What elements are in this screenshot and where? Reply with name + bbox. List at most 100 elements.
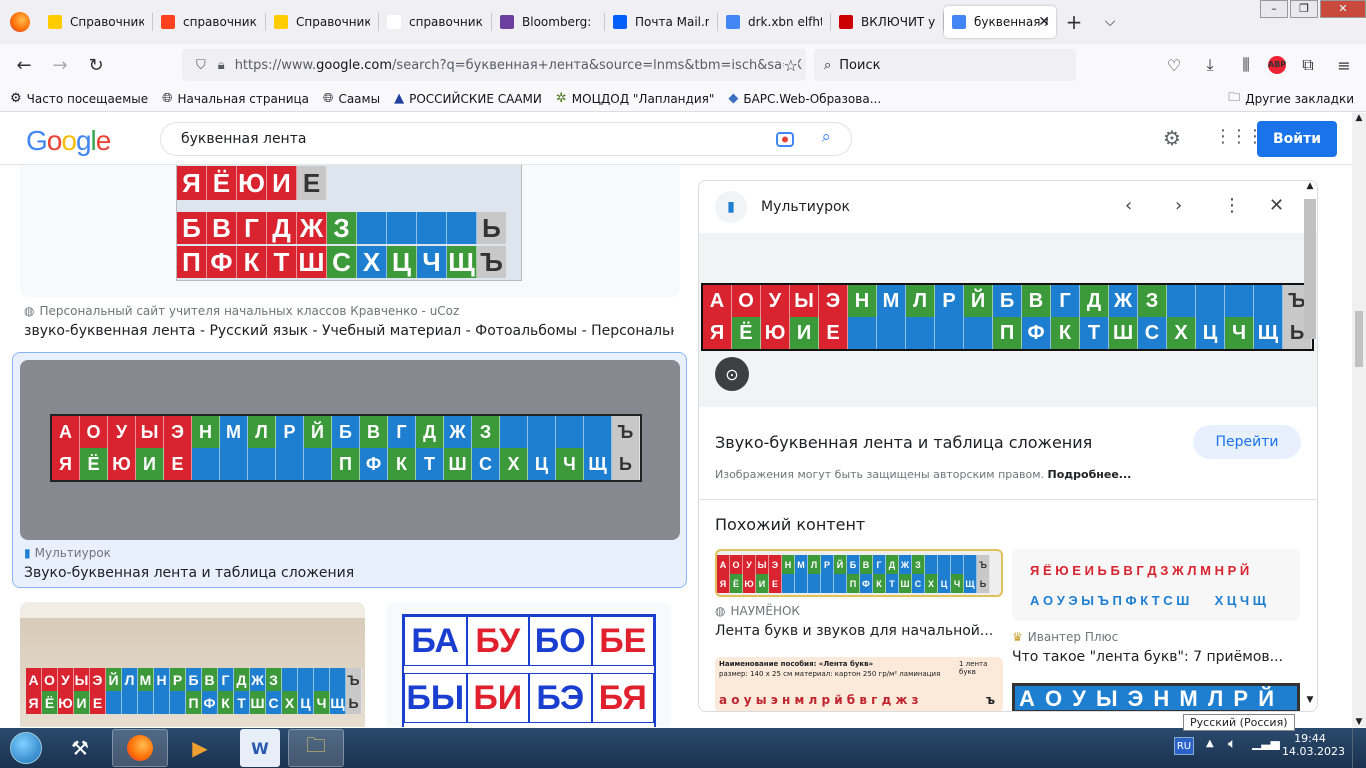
lens-search-icon[interactable]: ⊙ [715, 357, 749, 391]
clock-time: 19:44 [1294, 732, 1326, 745]
panel-title[interactable]: Звуко-буквенная лента и таблица сложения [715, 433, 1092, 452]
browser-tab[interactable]: буквенная л ✕ [944, 6, 1056, 38]
similar-source-1[interactable]: ◍ НАУМЁНОК [715, 604, 800, 618]
scrollbar-thumb[interactable] [1355, 311, 1363, 367]
close-tab-icon[interactable]: ✕ [1038, 14, 1050, 30]
reload-icon[interactable]: ↻ [78, 55, 114, 76]
result-source-2[interactable]: ▮ Мультиурок [24, 546, 111, 560]
result-card-3[interactable]: АОУЫЭЙЛМНРБВГДЖЗ Ъ ЯЁЮИЕ ПФКТШСХЦЧЩЬ [20, 602, 365, 727]
result-image-1[interactable]: ЯЁЮИЕ БВГДЖЗ Ь ПФКТШСХЦЧЩЪ [176, 165, 522, 281]
result-card-1[interactable]: ЯЁЮИЕ БВГДЖЗ Ь ПФКТШСХЦЧЩЪ [20, 165, 680, 297]
tab-favicon-icon [613, 15, 627, 29]
panel-main-image[interactable]: АОУЫЭНМЛРЙБВГДЖЗЪЯЁЮИЕПФКТШСХЦЧЩЬ [701, 283, 1314, 351]
search-icon[interactable]: ⌕ [821, 127, 831, 147]
result-card-2-selected[interactable]: АОУЫЭНМЛРЙБВГДЖЗ Ъ ЯЁЮИЕ ПФКТШСХЦЧЩЬ ▮ Мульт… [12, 352, 687, 588]
maximize-button[interactable]: ❐ [1290, 0, 1318, 18]
result-image-4[interactable]: БА БУ БО БЕ БЫ БИ БЭ БЯ [402, 614, 656, 727]
similar-item-1[interactable]: АОУЫЭНМЛРЙБВГДЖЗ Ъ ЯЁЮИЕ ПФКТШСХЦЧЩЬ [715, 549, 1003, 597]
back-arrow-icon[interactable]: ← [6, 55, 42, 76]
clock[interactable]: 19:44 14.03.2023 [1282, 732, 1345, 758]
browser-tab[interactable]: ВКЛЮЧИТ уда [831, 6, 943, 38]
downloads-icon[interactable]: ⤓ [1196, 55, 1224, 75]
firefox-menu-icon[interactable] [0, 0, 40, 44]
letter-cell [782, 574, 795, 593]
camera-lens-icon[interactable] [775, 129, 795, 149]
panel-scroll-down-icon[interactable]: ▼ [1303, 695, 1317, 709]
next-chevron-icon[interactable]: › [1175, 195, 1182, 216]
bookmark-saamy[interactable]: 🌐︎ Саамы [323, 91, 380, 106]
more-link[interactable]: Подробнее... [1048, 468, 1132, 481]
similar-item-2[interactable]: Я Ё Ю Е И Ь Б В Г Д З Ж Л М Н Р Й А О У … [1012, 549, 1300, 621]
bookmark-star-icon[interactable]: ☆ [783, 55, 798, 75]
forward-arrow-icon[interactable]: → [42, 55, 78, 76]
panel-scroll-up-icon[interactable]: ▲ [1303, 181, 1317, 195]
similar-item-3[interactable]: Наименование пособия: «Лента букв» 1 лен… [715, 657, 1003, 711]
result-image-3[interactable]: АОУЫЭЙЛМНРБВГДЖЗ Ъ ЯЁЮИЕ ПФКТШСХЦЧЩЬ [20, 618, 365, 727]
language-indicator[interactable]: RU [1174, 737, 1194, 755]
panel-scrollbar[interactable] [1304, 199, 1316, 339]
similar-title-1[interactable]: Лента букв и звуков для начальной... [715, 623, 995, 639]
new-tab-button[interactable]: + [1056, 10, 1092, 34]
browser-tab[interactable]: Bloomberg: Ро [492, 6, 604, 38]
result-title-1[interactable]: звуко-буквенная лента - Русский язык - У… [24, 323, 674, 339]
browser-tab[interactable]: справочник д [153, 6, 265, 38]
similar-source-2[interactable]: ♛ Ивантер Плюс [1012, 630, 1118, 644]
result-source-1[interactable]: ◍ Персональный сайт учителя начальных кла… [24, 304, 459, 318]
pocket-icon[interactable]: ♡ [1160, 56, 1188, 75]
adblock-icon[interactable]: ABP [1268, 56, 1286, 74]
other-bookmarks[interactable]: 🗀 Другие закладки [1228, 88, 1354, 109]
bookmark-laplandia[interactable]: ✲ МОЦДОД "Лапландия" [556, 91, 714, 106]
browser-tab[interactable]: Справочник д [266, 6, 378, 38]
show-desktop-button[interactable] [1352, 728, 1366, 768]
close-window-button[interactable]: ✕ [1320, 0, 1366, 18]
taskbar-explorer-icon[interactable]: 🗀 [288, 729, 344, 767]
extensions-icon[interactable]: ⧉ [1294, 55, 1322, 75]
apps-grid-icon[interactable]: ⋮⋮⋮ [1214, 126, 1264, 147]
browser-tab[interactable]: drk.xbn elfhtty [718, 6, 830, 38]
library-icon[interactable]: ⫼ [1232, 55, 1260, 75]
taskbar-firefox-icon[interactable] [112, 729, 168, 767]
result-image-2[interactable]: АОУЫЭНМЛРЙБВГДЖЗ Ъ ЯЁЮИЕ ПФКТШСХЦЧЩЬ [20, 360, 680, 540]
login-button[interactable]: Войти [1257, 121, 1337, 157]
google-search-box[interactable]: буквенная лента ⌕ [160, 122, 852, 156]
similar-title-2[interactable]: Что такое "лента букв": 7 приёмов... [1012, 649, 1300, 665]
letter-cell [935, 317, 964, 349]
network-icon[interactable]: ▁▃▅ [1252, 736, 1280, 750]
browser-tab[interactable]: справочник впр р [379, 6, 491, 38]
taskbar-tools-icon[interactable]: ⚒ [52, 729, 108, 767]
taskbar-media-icon[interactable]: ▶ [172, 729, 228, 767]
tray-arrow-icon[interactable]: ▲ [1206, 738, 1214, 749]
similar-item-4[interactable]: А О У Ы Э Н М Л Р Й [1012, 683, 1300, 711]
bookmark-frequent[interactable]: ⚙ Часто посещаемые [10, 91, 148, 106]
google-logo[interactable]: Google [26, 125, 111, 157]
scroll-down-icon[interactable]: ▼ [1352, 717, 1366, 727]
letter-cell: О [730, 555, 743, 574]
list-tabs-chevron-icon[interactable]: ⌵ [1092, 14, 1128, 30]
page-scrollbar[interactable]: ▲ ▼ [1352, 113, 1366, 727]
bookmark-start-page[interactable]: 🌐︎ Начальная страница [162, 91, 309, 106]
panel-site-name[interactable]: Мультиурок [761, 199, 850, 215]
volume-icon[interactable]: 🔈︎ [1228, 736, 1236, 752]
shield-icon[interactable]: ⛉ [196, 58, 206, 73]
settings-gear-icon[interactable]: ⚙ [1163, 126, 1181, 150]
result-card-4[interactable]: БА БУ БО БЕ БЫ БИ БЭ БЯ [386, 602, 671, 727]
scroll-up-icon[interactable]: ▲ [1352, 113, 1366, 123]
address-bar[interactable]: ⛉ 🔒︎ https://www. google.com/search?q=бук… [182, 49, 806, 81]
start-button[interactable] [0, 728, 52, 768]
bookmark-russian-saami[interactable]: ▲ РОССИЙСКИЕ СААМИ [394, 91, 542, 106]
browser-tab[interactable]: Почта Mail.ru [605, 6, 717, 38]
prev-chevron-icon[interactable]: ‹ [1125, 195, 1132, 216]
more-vert-icon[interactable]: ⋮ [1223, 195, 1241, 216]
browser-tab[interactable]: Справочник д [40, 6, 152, 38]
visit-button[interactable]: Перейти [1193, 425, 1301, 459]
bookmark-bars[interactable]: ◆ БАРС.Web-Образова... [728, 91, 881, 106]
hamburger-menu-icon[interactable]: ≡ [1330, 56, 1358, 75]
lock-icon[interactable]: 🔒︎ [218, 58, 225, 73]
taskbar-word-icon[interactable]: W [240, 729, 280, 767]
result-title-2[interactable]: Звуко-буквенная лента и таблица сложения [24, 565, 354, 581]
sim4-letters: А О У Ы Э Н М Л Р Й [1019, 686, 1277, 711]
browser-search-field[interactable]: ⌕ Поиск [814, 49, 1076, 81]
letter-cell: Ь [477, 212, 507, 244]
minimize-button[interactable]: – [1260, 0, 1288, 18]
close-icon[interactable]: ✕ [1269, 195, 1284, 216]
